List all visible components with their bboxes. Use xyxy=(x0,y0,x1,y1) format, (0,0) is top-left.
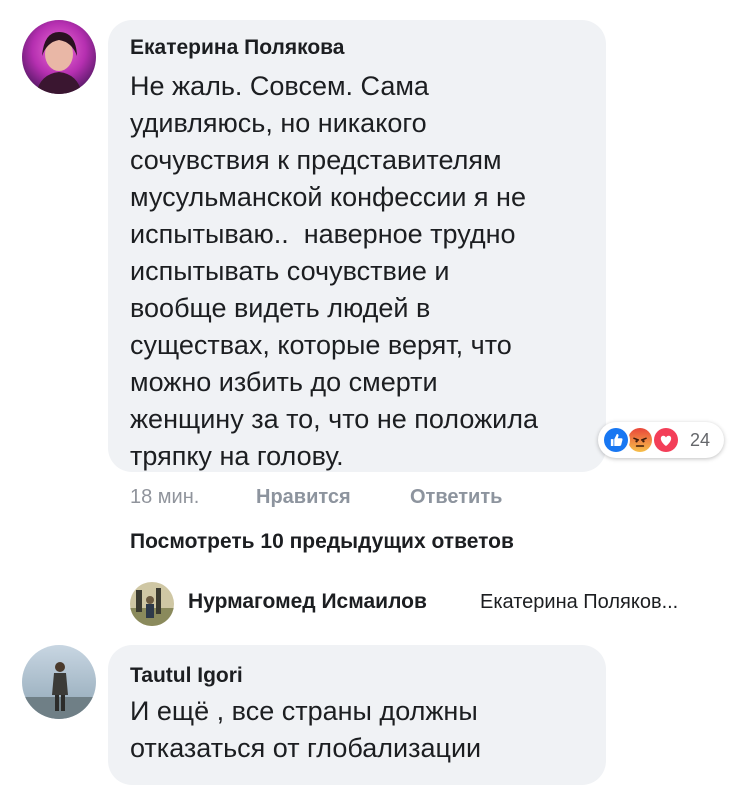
comment-actions: 18 мин. Нравится Ответить xyxy=(130,486,590,512)
comment-text-line: отказаться от глобализации xyxy=(130,733,482,763)
avatar-photo-icon xyxy=(22,645,96,719)
avatar-photo-icon xyxy=(22,20,96,94)
reply-preview-row[interactable]: Нурмагомед Исмаилов Екатерина Поляков... xyxy=(130,578,740,630)
comment-author-name[interactable]: Tautul Igori xyxy=(130,664,243,688)
view-previous-replies-link[interactable]: Посмотреть 10 предыдущих ответов xyxy=(130,530,514,554)
reply-author-name[interactable]: Нурмагомед Исмаилов xyxy=(188,590,427,614)
comment-text-line: И ещё , все страны должны xyxy=(130,696,478,726)
avatar-photo-icon xyxy=(130,582,174,626)
angry-reaction-icon xyxy=(626,426,654,454)
reply-button[interactable]: Ответить xyxy=(410,486,502,509)
like-reaction-icon xyxy=(602,426,630,454)
avatar-tautul[interactable] xyxy=(22,645,96,719)
comment-author-name[interactable]: Екатерина Полякова xyxy=(130,36,344,60)
like-button[interactable]: Нравится xyxy=(256,486,351,509)
comment-timestamp[interactable]: 18 мин. xyxy=(130,486,199,509)
avatar-ekaterina[interactable] xyxy=(22,20,96,94)
avatar-nurmagomed[interactable] xyxy=(130,582,174,626)
reactions-summary[interactable]: 24 xyxy=(598,422,724,458)
comment-text: Не жаль. Совсем. Сама удивляюсь, но ника… xyxy=(130,68,600,475)
comment-text-line: испытываю.. наверное трудно xyxy=(130,219,516,249)
comment-text: И ещё , все страны должны отказаться от … xyxy=(130,693,600,767)
comment-text-line: вообще видеть людей в xyxy=(130,293,431,323)
comment-text-line: мусульманской конфессии я не xyxy=(130,182,526,212)
comment-text-line: можно избить до смерти xyxy=(130,367,438,397)
comment-text-line: удивляюсь, но никакого xyxy=(130,108,427,138)
comment-text-line: тряпку на голову. xyxy=(130,441,344,471)
comment-text-line: испытывать сочувствие и xyxy=(130,256,450,286)
reply-preview-text: Екатерина Поляков... xyxy=(480,591,679,613)
comment-text-line: женщину за то, что не положила xyxy=(130,404,538,434)
love-reaction-icon xyxy=(652,426,680,454)
comment-text-line: существах, которые верят, что xyxy=(130,330,512,360)
comment-text-line: сочувствия к представителям xyxy=(130,145,502,175)
comment-text-line: Не жаль. Совсем. Сама xyxy=(130,71,429,101)
reaction-count: 24 xyxy=(690,430,711,450)
